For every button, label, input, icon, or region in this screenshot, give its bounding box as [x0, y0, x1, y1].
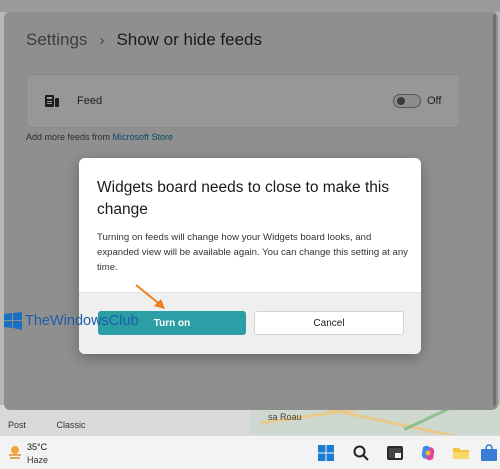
- feed-label: Feed: [77, 95, 103, 107]
- page-title: Show or hide feeds: [116, 30, 262, 49]
- watermark-text: TheWindowsClub: [25, 313, 139, 329]
- background-tabs: Post Classic: [8, 420, 114, 430]
- orange-arrow-icon: [135, 284, 165, 309]
- desktop-background-top: [0, 0, 500, 12]
- feed-icon: [45, 95, 59, 107]
- terminal-icon[interactable]: [386, 444, 404, 462]
- feed-toggle[interactable]: [393, 94, 421, 108]
- taskbar: 35°C Haze: [0, 435, 500, 469]
- background-tab-post: Post: [8, 420, 27, 430]
- cancel-button[interactable]: Cancel: [254, 311, 404, 335]
- breadcrumb-settings[interactable]: Settings: [26, 30, 87, 50]
- weather-icon[interactable]: [7, 444, 23, 460]
- background-tab-classic: Classic: [56, 420, 86, 430]
- map-label: sa Roau: [268, 412, 302, 422]
- toggle-state-text: Off: [427, 95, 442, 107]
- store-icon[interactable]: [480, 444, 498, 462]
- breadcrumb: Settings › Show or hide feeds: [26, 30, 262, 50]
- weather-condition[interactable]: Haze: [27, 455, 48, 465]
- copilot-icon[interactable]: [419, 444, 437, 462]
- file-explorer-icon[interactable]: [452, 444, 470, 462]
- microsoft-store-link[interactable]: Microsoft Store: [113, 132, 174, 142]
- watermark: TheWindowsClub: [4, 312, 139, 330]
- dialog-title: Widgets board needs to close to make thi…: [97, 179, 390, 218]
- more-feeds-prefix: Add more feeds from: [26, 132, 113, 142]
- search-icon[interactable]: [352, 444, 370, 462]
- feed-setting-card: Feed Off: [26, 74, 460, 128]
- toggle-knob: [397, 97, 405, 105]
- weather-temperature[interactable]: 35°C: [27, 442, 47, 452]
- more-feeds-text: Add more feeds from Microsoft Store: [26, 132, 173, 142]
- windows-start-icon[interactable]: [317, 444, 335, 462]
- dialog-body: Turning on feeds will change how your Wi…: [97, 232, 408, 273]
- chevron-right-icon: ›: [99, 31, 105, 49]
- watermark-logo-icon: [4, 312, 22, 330]
- window-scrollbar[interactable]: [493, 14, 496, 406]
